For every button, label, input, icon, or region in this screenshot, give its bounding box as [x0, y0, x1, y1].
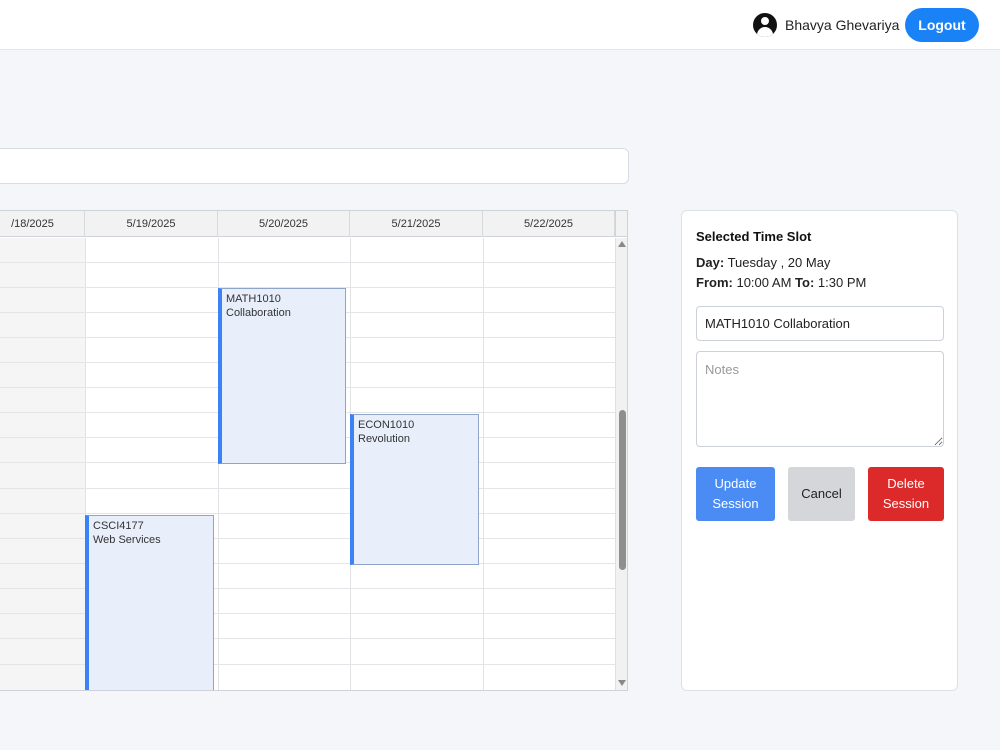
calendar-header: /18/2025 5/19/2025 5/20/2025 5/21/2025 5…	[0, 211, 615, 237]
search-input[interactable]	[0, 148, 629, 184]
event-title: Revolution	[358, 433, 410, 445]
day-header-5-20: 5/20/2025	[218, 211, 350, 237]
header-scroll-spacer	[615, 211, 627, 237]
user-circle-icon	[753, 13, 777, 37]
event-title: Collaboration	[226, 307, 291, 319]
calendar-grid[interactable]: MATH1010 Collaboration ECON1010 Revoluti…	[0, 238, 615, 690]
cancel-button[interactable]: Cancel	[788, 467, 855, 521]
event-csci4177[interactable]: CSCI4177 Web Services	[85, 515, 214, 690]
day-label: Day:	[696, 255, 725, 270]
day-header-5-19: 5/19/2025	[85, 211, 218, 237]
slot-day: Day: Tuesday , 20 May	[696, 255, 830, 270]
scroll-up-arrow-icon[interactable]	[618, 241, 626, 247]
delete-session-button[interactable]: Delete Session	[868, 467, 944, 521]
event-title: Web Services	[93, 534, 161, 546]
notes-textarea[interactable]	[696, 351, 944, 447]
day-value: Tuesday , 20 May	[727, 255, 831, 270]
calendar-scrollbar[interactable]	[615, 238, 627, 690]
day-header-5-22: 5/22/2025	[483, 211, 615, 237]
update-session-button[interactable]: Update Session	[696, 467, 775, 521]
user-name: Bhavya Ghevariya	[785, 17, 900, 33]
day-header-5-21: 5/21/2025	[350, 211, 483, 237]
event-course: CSCI4177	[93, 520, 144, 532]
event-course: MATH1010	[226, 293, 281, 305]
to-label: To:	[795, 275, 815, 290]
logout-button[interactable]: Logout	[905, 8, 979, 42]
event-econ1010[interactable]: ECON1010 Revolution	[350, 414, 479, 565]
scroll-thumb[interactable]	[619, 410, 626, 570]
panel-title: Selected Time Slot	[696, 229, 812, 244]
selected-slot-panel: Selected Time Slot Day: Tuesday , 20 May…	[681, 210, 958, 691]
slot-line	[0, 262, 615, 263]
slot-time: From: 10:00 AM To: 1:30 PM	[696, 275, 866, 290]
to-value: 1:30 PM	[817, 275, 867, 290]
user-menu[interactable]: Bhavya Ghevariya	[753, 12, 899, 38]
day-header-5-18: /18/2025	[0, 211, 85, 237]
scroll-down-arrow-icon[interactable]	[618, 680, 626, 686]
from-label: From:	[696, 275, 733, 290]
week-calendar: /18/2025 5/19/2025 5/20/2025 5/21/2025 5…	[0, 210, 628, 691]
top-navbar: Bhavya Ghevariya Logout	[0, 0, 1000, 50]
event-math1010[interactable]: MATH1010 Collaboration	[218, 288, 346, 464]
slot-line	[0, 513, 615, 514]
event-course: ECON1010	[358, 419, 415, 431]
from-value: 10:00 AM	[736, 275, 792, 290]
day-column-5-18[interactable]	[0, 238, 85, 690]
column-divider	[483, 238, 484, 690]
session-title-input[interactable]	[696, 306, 944, 341]
slot-line	[0, 488, 615, 489]
